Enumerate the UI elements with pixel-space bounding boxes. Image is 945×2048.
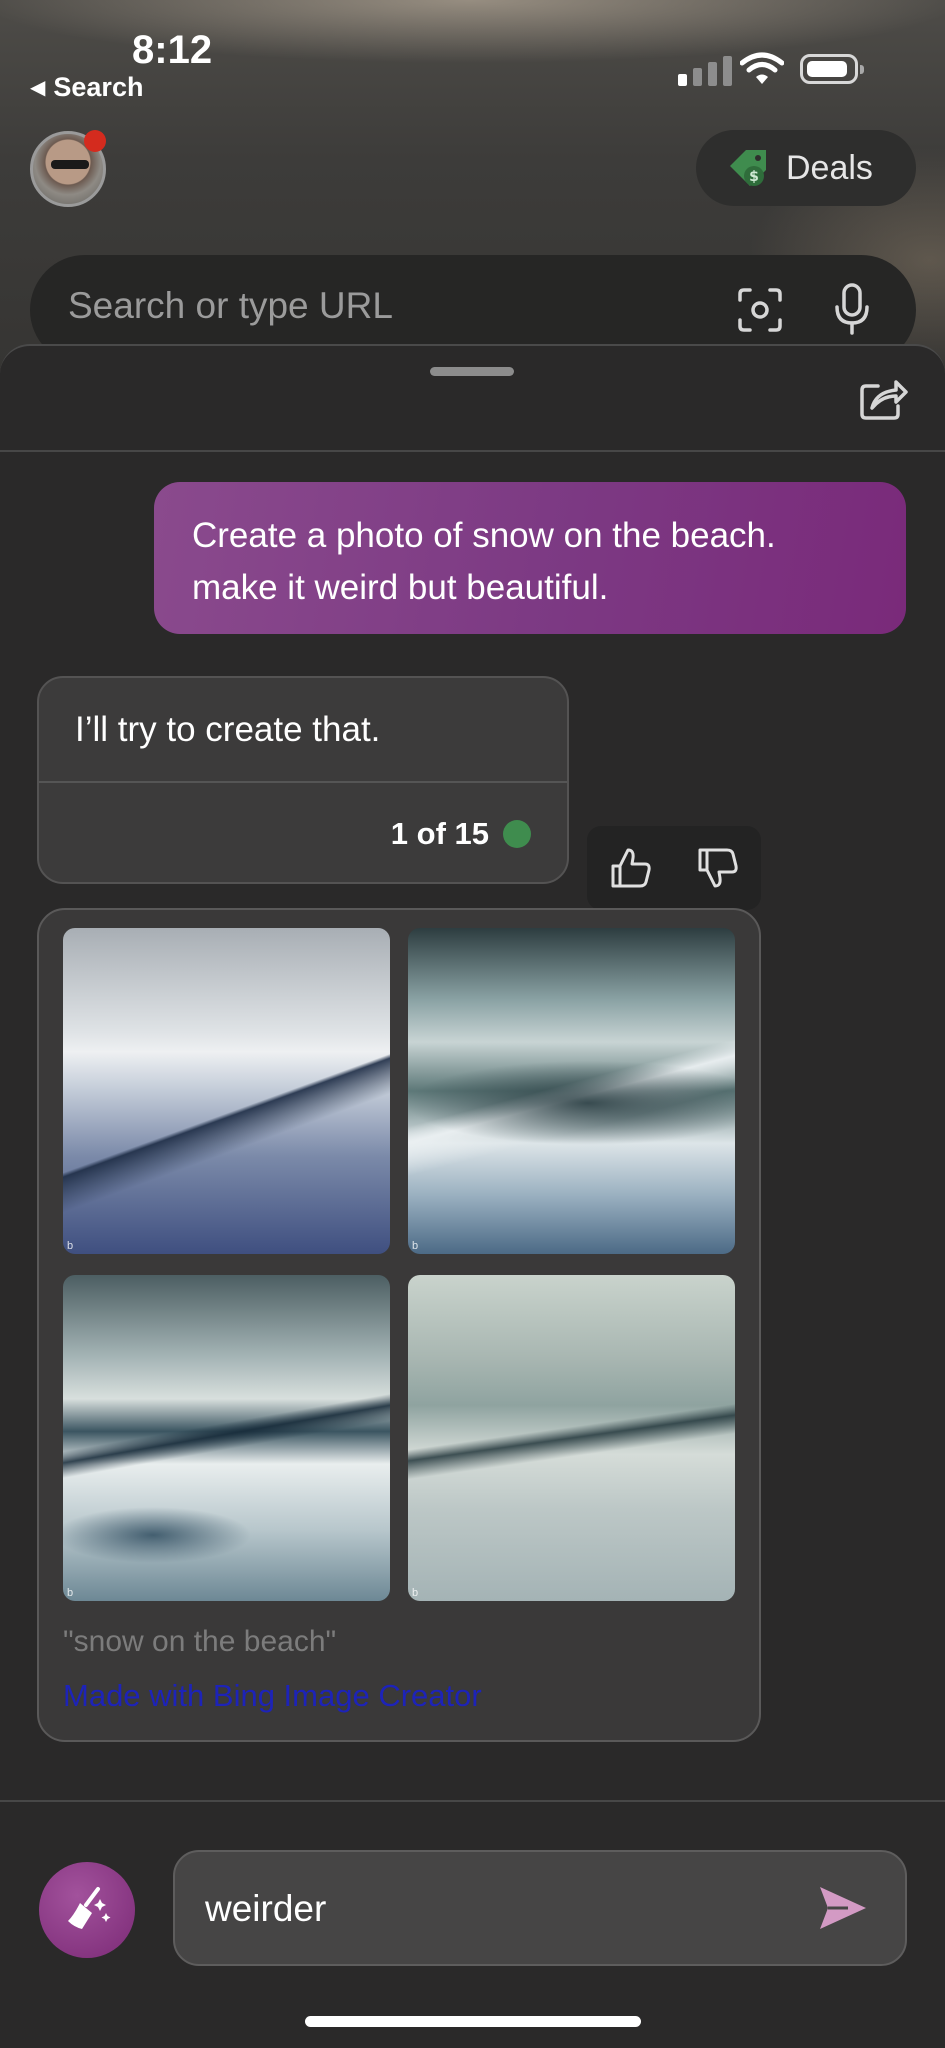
image-caption: "snow on the beach" [63,1625,337,1658]
status-dot [503,820,531,848]
back-arrow-icon: ◀ [30,77,46,99]
thumbs-down-icon[interactable] [696,846,740,890]
divider [0,1800,945,1802]
generated-image-1[interactable]: b [63,928,390,1254]
back-to-search-link[interactable]: ◀ Search [30,72,143,103]
watermark-icon: b [412,1240,419,1252]
wifi-icon [740,52,784,84]
feedback-bar [587,826,761,910]
microphone-icon[interactable] [834,283,870,335]
notification-badge [84,130,106,152]
deals-button[interactable]: $ Deals [696,130,916,206]
back-label: Search [53,72,144,102]
turn-counter: 1 of 15 [391,816,531,852]
message-composer [173,1850,907,1966]
bot-message-text: I’ll try to create that. [75,710,381,749]
share-icon[interactable] [858,376,908,422]
broom-icon [68,1887,111,1929]
image-creator-link[interactable]: Made with Bing Image Creator [63,1678,482,1714]
sheet-grabber[interactable] [430,367,514,376]
watermark-icon: b [67,1240,74,1252]
send-icon[interactable] [818,1885,868,1931]
home-indicator [305,2016,641,2027]
price-tag-icon: $ [730,150,766,186]
watermark-icon: b [67,1587,74,1599]
divider [39,781,567,783]
deals-label: Deals [786,148,873,187]
thumbs-up-icon[interactable] [609,846,653,890]
generated-image-4[interactable]: b [408,1275,735,1601]
generated-image-2[interactable]: b [408,928,735,1254]
status-time: 8:12 [132,28,213,72]
generated-image-3[interactable]: b [63,1275,390,1601]
watermark-icon: b [412,1587,419,1599]
url-placeholder: Search or type URL [68,285,393,326]
turn-counter-text: 1 of 15 [390,816,489,851]
battery-icon [800,54,864,84]
user-message-bubble: Create a photo of snow on the beach. mak… [154,482,906,634]
scan-icon[interactable] [736,286,784,334]
svg-text:$: $ [749,169,759,185]
bot-message-bubble: I’ll try to create that. 1 of 15 [37,676,569,884]
cellular-signal-icon [678,54,732,86]
new-topic-button[interactable] [39,1862,135,1958]
divider [0,450,945,452]
message-input[interactable] [203,1880,767,1938]
